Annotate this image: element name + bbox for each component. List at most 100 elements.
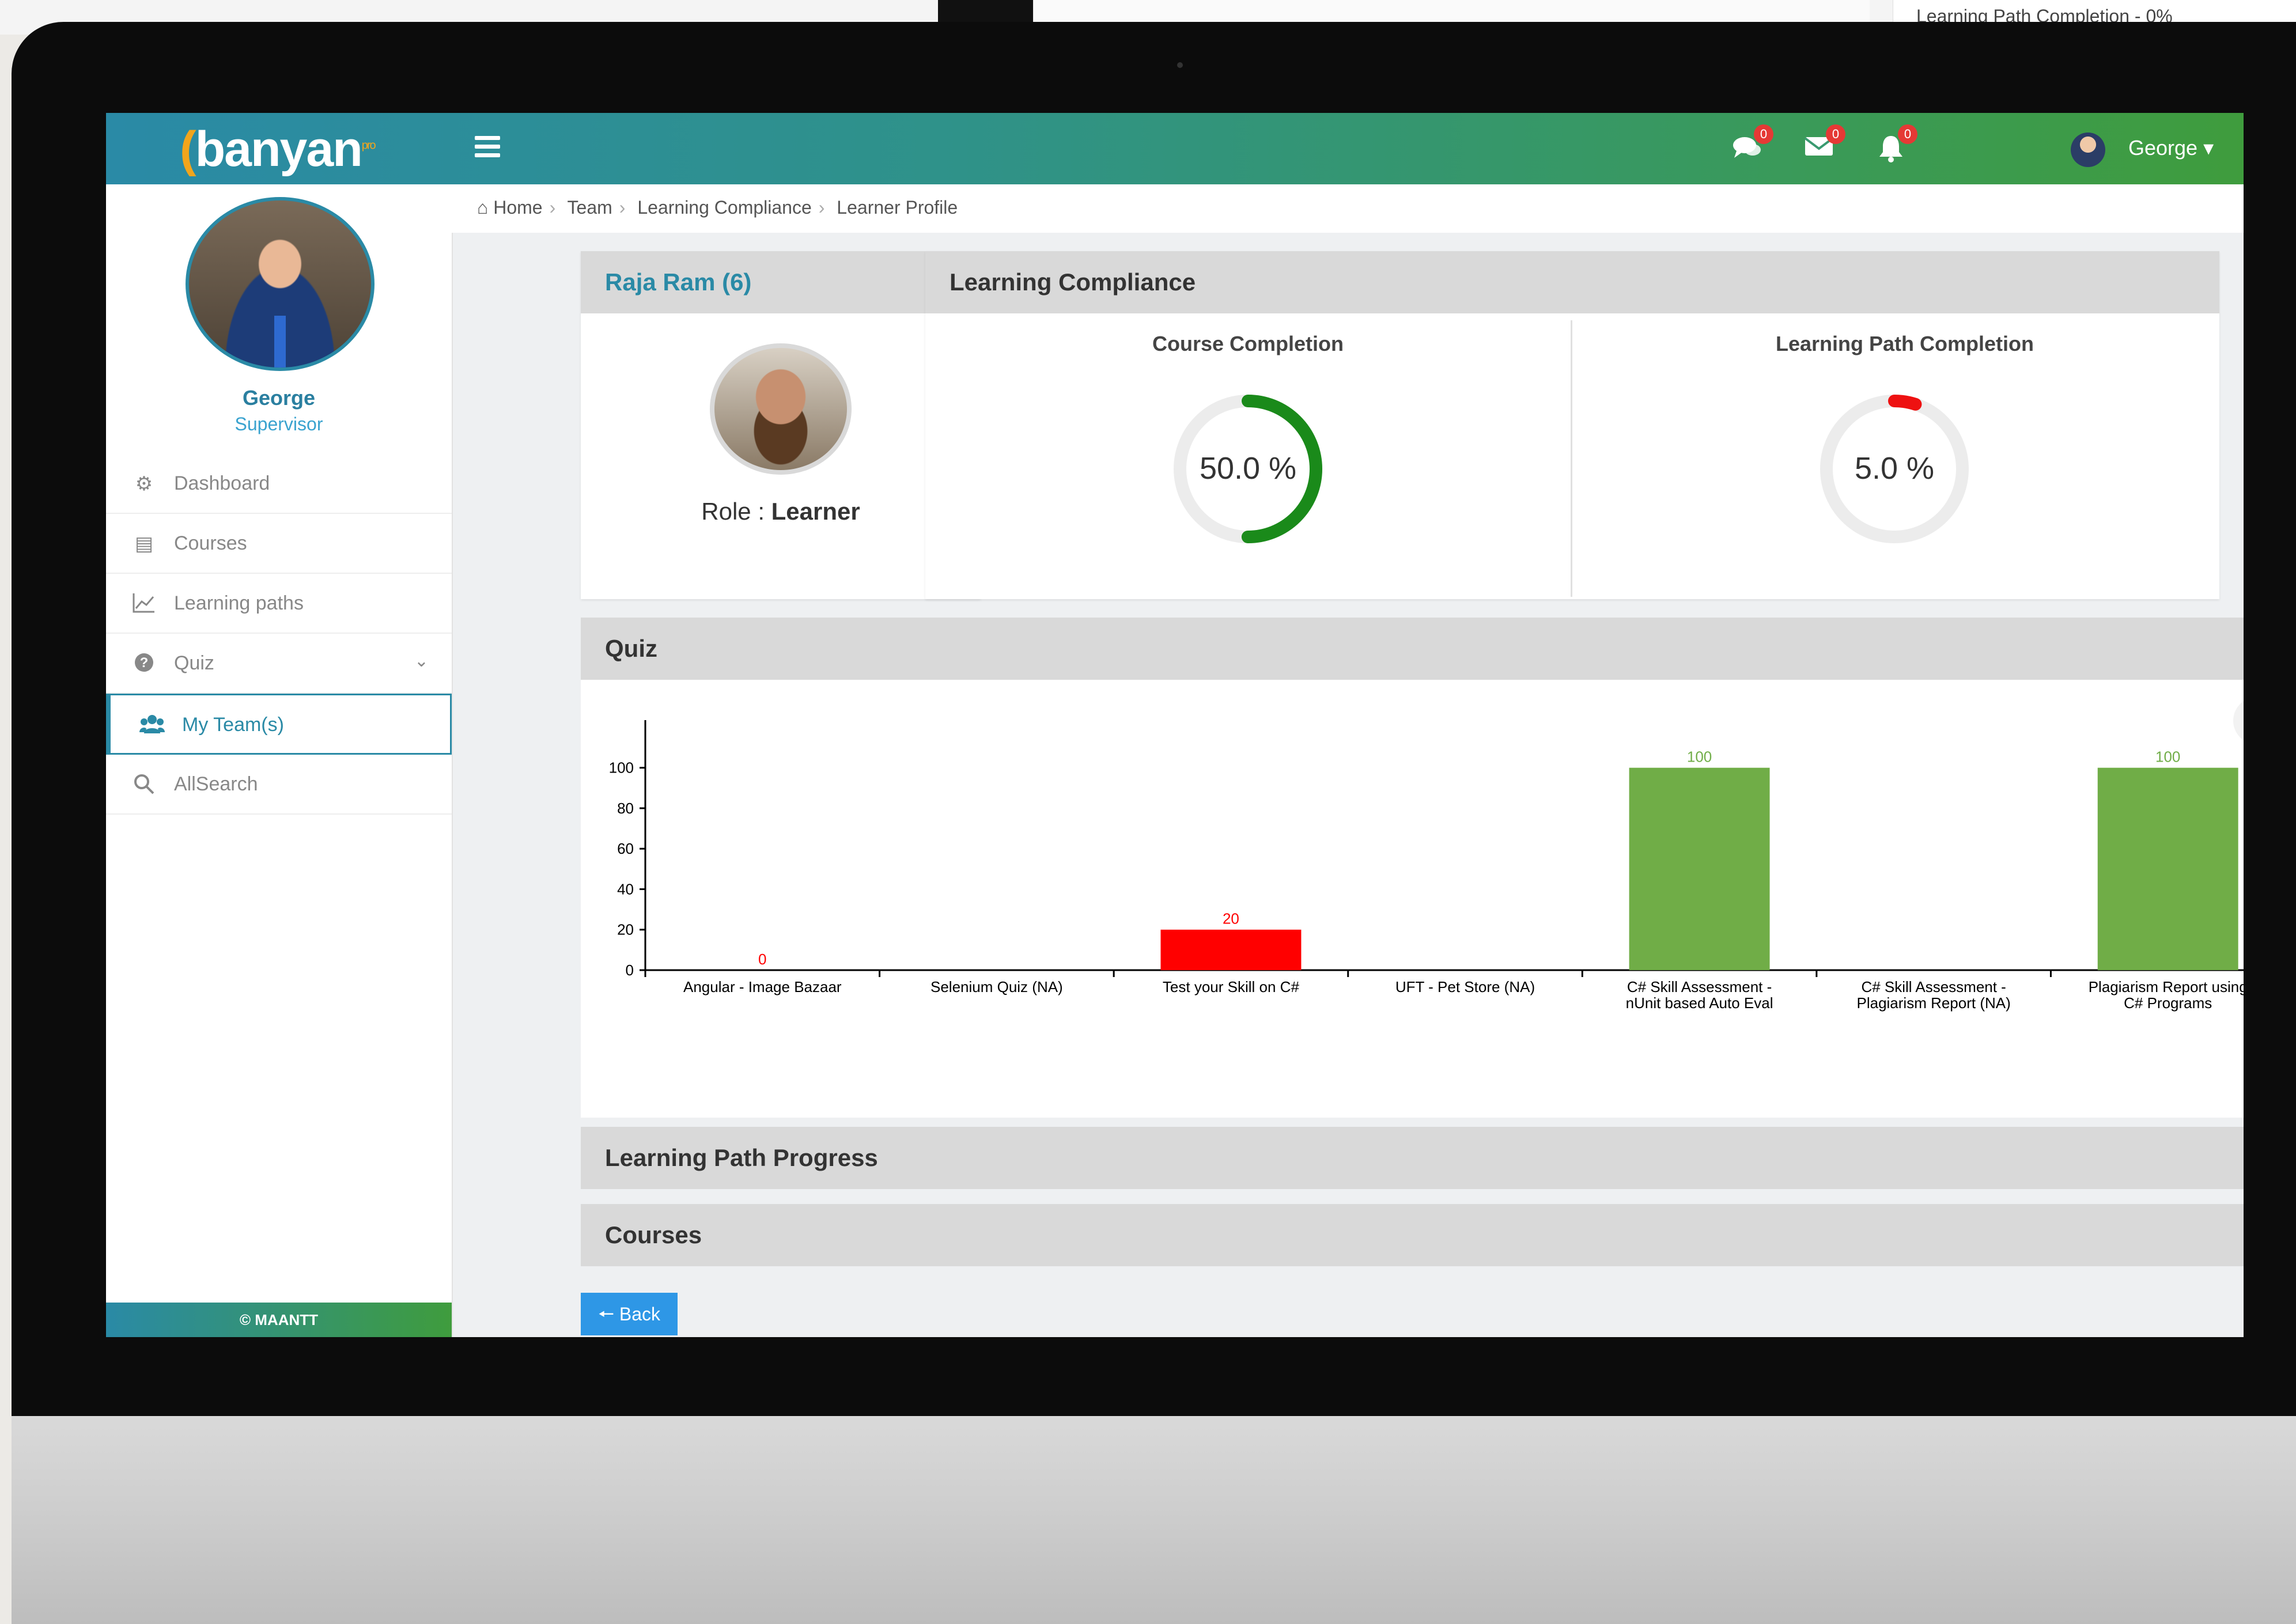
banyan-logo[interactable]: (banyanpro bbox=[180, 121, 376, 178]
mail-badge: 0 bbox=[1826, 124, 1845, 144]
learning-compliance-card: Learning Compliance Course Completion Le… bbox=[925, 251, 2219, 599]
y-tick-label: 60 bbox=[617, 840, 634, 857]
chat-badge: 0 bbox=[1754, 124, 1773, 144]
breadcrumb-team[interactable]: Team bbox=[568, 197, 612, 218]
user-menu[interactable]: George ▾ bbox=[2128, 136, 2214, 160]
x-tick-label: nUnit based Auto Eval bbox=[1626, 994, 1773, 1012]
supervisor-role: Supervisor bbox=[234, 414, 323, 434]
learning-path-progress-accordion[interactable]: Learning Path Progress ⌄ bbox=[581, 1127, 2244, 1189]
bell-icon[interactable]: 0 bbox=[1875, 124, 1917, 166]
svg-text:?: ? bbox=[140, 655, 149, 671]
bar-value-label: 100 bbox=[2155, 748, 2180, 766]
learner-card: Raja Ram (6) Role : Learner bbox=[581, 251, 981, 599]
y-tick-label: 80 bbox=[617, 800, 634, 817]
sidebar-item-allsearch[interactable]: AllSearch bbox=[106, 755, 452, 815]
sidebar-item-label: Quiz bbox=[174, 652, 214, 674]
monitor-chin bbox=[12, 1416, 2296, 1624]
learning-path-completion-label: Learning Path Completion bbox=[1775, 332, 2034, 355]
learner-role: Role : Learner bbox=[581, 498, 981, 525]
logo-accent: ( bbox=[180, 122, 196, 177]
sidebar-item-learning-paths[interactable]: Learning paths bbox=[106, 574, 452, 634]
courses-title: Courses bbox=[605, 1221, 702, 1248]
sidebar-item-my-teams[interactable]: My Team(s) bbox=[106, 694, 452, 755]
chevron-down-icon[interactable]: ⌄ bbox=[414, 651, 429, 671]
compliance-card-header: Learning Compliance bbox=[925, 251, 2219, 313]
x-tick-label: C# Programs bbox=[2124, 994, 2212, 1012]
learner-name[interactable]: Raja Ram (6) bbox=[605, 268, 751, 296]
bar-value-label: 0 bbox=[758, 951, 766, 968]
y-tick-label: 0 bbox=[626, 961, 634, 979]
quiz-chart: 0 20 40 60 80 100 Angular - Image Bazaar 0 Selen… bbox=[609, 720, 2244, 1012]
arrow-left-icon: 🠔 bbox=[597, 1304, 614, 1324]
learning-path-completion-value: 5.0 % bbox=[1854, 451, 1935, 486]
bar-value-label: 100 bbox=[1687, 748, 1712, 766]
x-tick-label: UFT - Pet Store (NA) bbox=[1395, 978, 1535, 995]
dashboard-icon: ⚙ bbox=[135, 473, 153, 495]
logo-text: banyan bbox=[195, 122, 363, 177]
breadcrumb: ⌂ Home › Team › Learning Compliance › Learn… bbox=[477, 197, 958, 218]
breadcrumb-learner-profile: Learner Profile bbox=[837, 197, 958, 218]
quiz-bar[interactable] bbox=[2097, 767, 2238, 970]
app-screen: (banyanpro 0 0 0 George ▾ George Supervi… bbox=[106, 113, 2244, 1337]
x-tick-label: Selenium Quiz (NA) bbox=[930, 978, 1063, 995]
sidebar-item-quiz[interactable]: ? Quiz ⌄ bbox=[106, 634, 452, 694]
hamburger-menu-icon[interactable] bbox=[475, 136, 500, 161]
y-tick-label: 100 bbox=[609, 759, 634, 777]
question-circle-icon: ? bbox=[133, 652, 156, 675]
quiz-title: Quiz bbox=[605, 635, 657, 662]
learner-role-value: Learner bbox=[771, 498, 860, 525]
course-completion-value: 50.0 % bbox=[1199, 451, 1297, 486]
sidebar-footer: © MAANTT bbox=[106, 1303, 452, 1337]
learning-path-progress-title: Learning Path Progress bbox=[605, 1144, 878, 1171]
home-icon[interactable]: ⌂ bbox=[477, 197, 488, 218]
sidebar: George Supervisor ⚙ Dashboard ▤ Courses … bbox=[106, 184, 453, 1337]
x-tick-label: Plagiarism Report (NA) bbox=[1856, 994, 2010, 1012]
quiz-accordion-header[interactable]: Quiz ⌄ bbox=[581, 618, 2244, 680]
learner-role-label: Role : bbox=[701, 498, 765, 525]
back-button[interactable]: 🠔 Back bbox=[581, 1293, 678, 1335]
monitor-camera bbox=[1177, 62, 1183, 68]
sidebar-item-label: Learning paths bbox=[174, 592, 304, 614]
search-icon bbox=[133, 773, 156, 796]
users-icon bbox=[139, 714, 165, 737]
course-completion-label: Course Completion bbox=[1152, 332, 1344, 355]
sidebar-item-label: AllSearch bbox=[174, 773, 258, 795]
x-tick-label: Test your Skill on C# bbox=[1163, 978, 1300, 995]
mail-icon[interactable]: 0 bbox=[1803, 124, 1845, 166]
line-chart-icon bbox=[133, 592, 156, 615]
breadcrumb-learning-compliance[interactable]: Learning Compliance bbox=[637, 197, 811, 218]
x-tick-label: C# Skill Assessment - bbox=[1627, 978, 1772, 995]
chat-icon[interactable]: 0 bbox=[1731, 124, 1773, 166]
compliance-title: Learning Compliance bbox=[950, 268, 1196, 296]
breadcrumb-home[interactable]: Home bbox=[493, 197, 542, 218]
quiz-bar[interactable] bbox=[1629, 767, 1770, 970]
alerts-badge: 0 bbox=[1898, 124, 1917, 144]
x-tick-label: Angular - Image Bazaar bbox=[683, 978, 842, 995]
sidebar-item-courses[interactable]: ▤ Courses bbox=[106, 514, 452, 574]
logo-superscript: pro bbox=[361, 139, 376, 152]
sidebar-item-label: My Team(s) bbox=[182, 714, 284, 736]
courses-accordion[interactable]: Courses ⌄ bbox=[581, 1204, 2244, 1266]
y-tick-label: 20 bbox=[617, 921, 634, 938]
bar-value-label: 20 bbox=[1223, 910, 1239, 928]
learner-avatar bbox=[710, 343, 852, 475]
quiz-panel: ↶ 020406080100Angular - Image Bazaar0Sel… bbox=[581, 680, 2244, 1118]
supervisor-name: George bbox=[242, 386, 316, 410]
top-header: (banyanpro 0 0 0 George ▾ bbox=[106, 113, 2244, 184]
sidebar-item-label: Dashboard bbox=[174, 472, 270, 494]
compliance-divider bbox=[1571, 320, 1572, 597]
x-tick-label: Plagiarism Report using bbox=[2089, 978, 2244, 995]
book-icon: ▤ bbox=[134, 533, 154, 555]
sidebar-item-dashboard[interactable]: ⚙ Dashboard bbox=[106, 454, 452, 514]
learner-card-header: Raja Ram (6) bbox=[581, 251, 981, 313]
quiz-bar[interactable] bbox=[1160, 929, 1302, 970]
sidebar-item-label: Courses bbox=[174, 532, 247, 554]
breadcrumb-bar: ⌂ Home › Team › Learning Compliance › Learn… bbox=[452, 184, 2244, 233]
supervisor-avatar bbox=[186, 197, 375, 371]
user-avatar[interactable] bbox=[2071, 133, 2105, 167]
back-button-label: Back bbox=[619, 1304, 661, 1324]
y-tick-label: 40 bbox=[617, 880, 634, 898]
avatar-tie bbox=[274, 316, 286, 368]
course-completion-gauge: 50.0 % bbox=[1167, 388, 1329, 550]
learning-path-completion-gauge: 5.0 % bbox=[1814, 388, 1975, 550]
